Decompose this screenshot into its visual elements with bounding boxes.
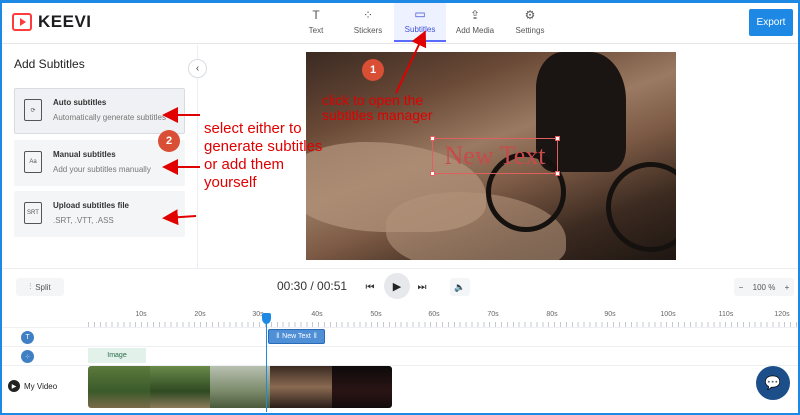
logo-icon: [12, 13, 32, 31]
text-track-icon: T: [21, 331, 34, 344]
tick-label: 100s: [660, 311, 676, 318]
chat-icon: 💬: [764, 375, 782, 390]
step-badge-2: 2: [158, 130, 180, 152]
video-clip[interactable]: [88, 366, 392, 408]
tick-label: 120s: [774, 311, 790, 318]
resize-handle[interactable]: [430, 171, 435, 176]
export-button[interactable]: Export: [749, 9, 793, 36]
skip-forward-button[interactable]: ⏭: [412, 277, 432, 297]
collapse-panel-button[interactable]: ‹: [188, 59, 207, 78]
clip-handle-right[interactable]: ‖: [314, 333, 317, 340]
upload-icon: ⇪: [469, 7, 481, 22]
nav-settings-label: Settings: [515, 25, 545, 35]
text-clip[interactable]: ‖ New Text ‖: [268, 329, 325, 344]
text-icon: T: [312, 7, 320, 22]
skip-back-icon: ⏮: [365, 281, 375, 293]
option-subtitle: .SRT, .VTT, .ASS: [53, 216, 114, 225]
chevron-left-icon: ‹: [195, 63, 200, 74]
time-display: 00:30 / 00:51: [277, 279, 348, 293]
resize-handle[interactable]: [555, 136, 560, 141]
manual-subtitles-icon: Aa: [24, 151, 42, 173]
main-nav: T Text ⁘ Stickers ▭ Subtitles ⇪ Add Medi…: [290, 0, 556, 44]
nav-text-label: Text: [308, 25, 324, 35]
tick-label: 110s: [718, 311, 734, 318]
auto-subtitles-icon: ⟳: [24, 99, 42, 121]
step-badge-1: 1: [362, 59, 384, 81]
upload-subtitles-option[interactable]: SRT Upload subtitles file .SRT, .VTT, .A…: [14, 191, 185, 237]
option-subtitle: Add your subtitles manually: [53, 165, 151, 174]
tick-label: 70s: [487, 311, 499, 318]
option-subtitle: Automatically generate subtitles: [53, 113, 166, 122]
tick-label: 90s: [604, 311, 616, 318]
tick-label: 50s: [370, 311, 382, 318]
tick-label: 10s: [135, 311, 147, 318]
video-preview[interactable]: New Text: [306, 52, 676, 260]
zoom-out-button[interactable]: −: [739, 283, 744, 292]
nav-subtitles[interactable]: ▭ Subtitles: [394, 0, 446, 42]
video-thumbnail: [270, 366, 332, 408]
image-clip[interactable]: Image: [88, 348, 146, 363]
resize-handle[interactable]: [555, 171, 560, 176]
tick-label: 60s: [428, 311, 440, 318]
option-title: Upload subtitles file: [53, 201, 130, 210]
stickers-icon: ⁘: [362, 7, 374, 22]
text-overlay-label: New Text: [444, 141, 546, 170]
split-icon: ⫶: [29, 282, 32, 291]
logo[interactable]: KEEVI: [12, 12, 92, 32]
split-button[interactable]: ⫶ Split: [16, 278, 64, 296]
rear-wheel-shape: [606, 162, 676, 252]
tick-label: 40s: [311, 311, 323, 318]
video-thumbnail: [332, 366, 392, 408]
playhead-line: [266, 316, 267, 412]
nav-text[interactable]: T Text: [290, 0, 342, 42]
volume-button[interactable]: 🔈: [450, 278, 470, 296]
video-track-name: My Video: [24, 381, 58, 391]
video-thumbnail: [88, 366, 150, 408]
logo-text: KEEVI: [38, 12, 92, 31]
chat-button[interactable]: 💬: [756, 366, 790, 400]
option-title: Auto subtitles: [53, 98, 107, 107]
panel-title: Add Subtitles: [14, 57, 85, 71]
playhead[interactable]: [262, 313, 271, 324]
skip-forward-icon: ⏭: [417, 281, 427, 293]
zoom-in-button[interactable]: +: [785, 283, 790, 292]
nav-stickers-label: Stickers: [353, 25, 383, 35]
video-track-label: ▶ My Video: [8, 380, 57, 392]
text-track: T: [0, 327, 800, 347]
nav-add-media[interactable]: ⇪ Add Media: [446, 0, 504, 42]
annotation-note-2: select either to generate subtitles or a…: [204, 120, 323, 191]
video-thumbnail: [210, 366, 270, 408]
image-track-icon: ⁘: [21, 350, 34, 363]
split-label: Split: [35, 282, 51, 292]
annotation-note-1: click to open the subtitles manager: [322, 92, 433, 123]
playback-toolbar: ⫶ Split 00:30 / 00:51 ⏮ ▶ ⏭ 🔈 − 100 % +: [0, 268, 800, 304]
zoom-level: 100 %: [752, 282, 776, 292]
tick-label: 80s: [546, 311, 558, 318]
upload-subtitles-icon: SRT: [24, 202, 42, 224]
subtitles-panel: Add Subtitles ⟳ Auto subtitles Automatic…: [0, 45, 198, 268]
nav-settings[interactable]: ⚙ Settings: [504, 0, 556, 42]
play-button[interactable]: ▶: [384, 273, 410, 299]
option-title: Manual subtitles: [53, 150, 116, 159]
text-clip-label: New Text: [282, 333, 311, 340]
timeline-ruler[interactable]: 10s 20s 30s 40s 50s 60s 70s 80s 90s 100s…: [0, 304, 800, 328]
clip-handle-left[interactable]: ‖: [276, 333, 279, 340]
volume-icon: 🔈: [454, 281, 466, 292]
text-overlay[interactable]: New Text: [430, 136, 560, 176]
subtitles-icon: ▭: [414, 6, 426, 21]
play-icon: ▶: [392, 280, 402, 293]
auto-subtitles-option[interactable]: ⟳ Auto subtitles Automatically generate …: [14, 88, 185, 134]
top-bar: KEEVI T Text ⁘ Stickers ▭ Subtitles ⇪ Ad…: [0, 0, 800, 44]
video-track-icon: ▶: [8, 380, 20, 392]
skip-back-button[interactable]: ⏮: [360, 277, 380, 297]
nav-subtitles-label: Subtitles: [404, 24, 436, 34]
gear-icon: ⚙: [524, 7, 536, 22]
zoom-control: − 100 % +: [734, 278, 794, 296]
nav-add-media-label: Add Media: [455, 25, 495, 35]
tick-label: 20s: [194, 311, 206, 318]
video-thumbnail: [150, 366, 210, 408]
resize-handle[interactable]: [430, 136, 435, 141]
nav-stickers[interactable]: ⁘ Stickers: [342, 0, 394, 42]
